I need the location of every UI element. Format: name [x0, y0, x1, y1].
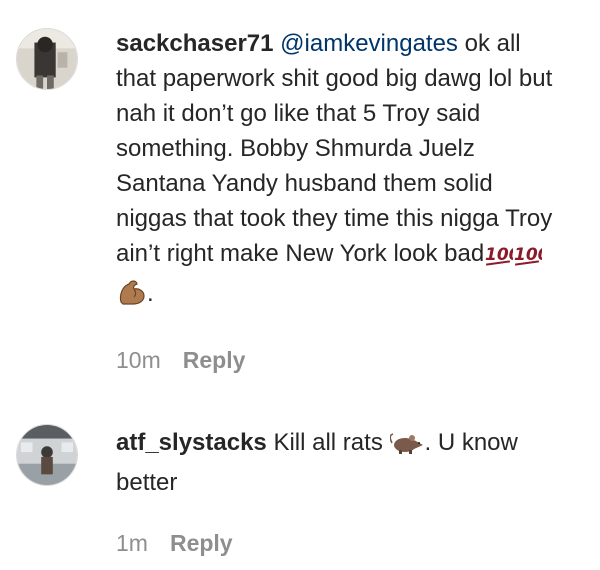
reply-button[interactable]: Reply [183, 347, 246, 373]
rat-icon [389, 430, 424, 465]
comment-text: sackchaser71 @iamkevingates ok all that … [116, 26, 566, 316]
comment-timestamp: 1m [116, 530, 148, 556]
comment-body: ok all that paperwork shit good big dawg… [116, 30, 553, 267]
comment-username[interactable]: sackchaser71 [116, 30, 273, 57]
comment-mention[interactable]: @iamkevingates [280, 30, 458, 57]
avatar-image [17, 29, 77, 89]
reply-button[interactable]: Reply [170, 530, 233, 556]
comment-body: Kill all rats [273, 429, 383, 456]
comment-meta: 1m Reply [116, 530, 233, 557]
comment-timestamp: 10m [116, 347, 161, 373]
avatar[interactable] [16, 424, 78, 486]
avatar-image [17, 425, 77, 485]
comment-body-end: . [147, 280, 154, 307]
hundred-points-icon: 100 [514, 240, 550, 276]
avatar[interactable] [16, 28, 78, 90]
comment-item: sackchaser71 @iamkevingates ok all that … [0, 0, 600, 390]
hundred-points-icon: 100 [485, 240, 521, 276]
comment-text: atf_slystacks Kill all rats . U know bet… [116, 425, 566, 500]
comment-username[interactable]: atf_slystacks [116, 429, 267, 456]
comment-meta: 10m Reply [116, 347, 245, 374]
comment-item: atf_slystacks Kill all rats . U know bet… [0, 410, 600, 570]
flexed-biceps-icon [117, 278, 147, 316]
